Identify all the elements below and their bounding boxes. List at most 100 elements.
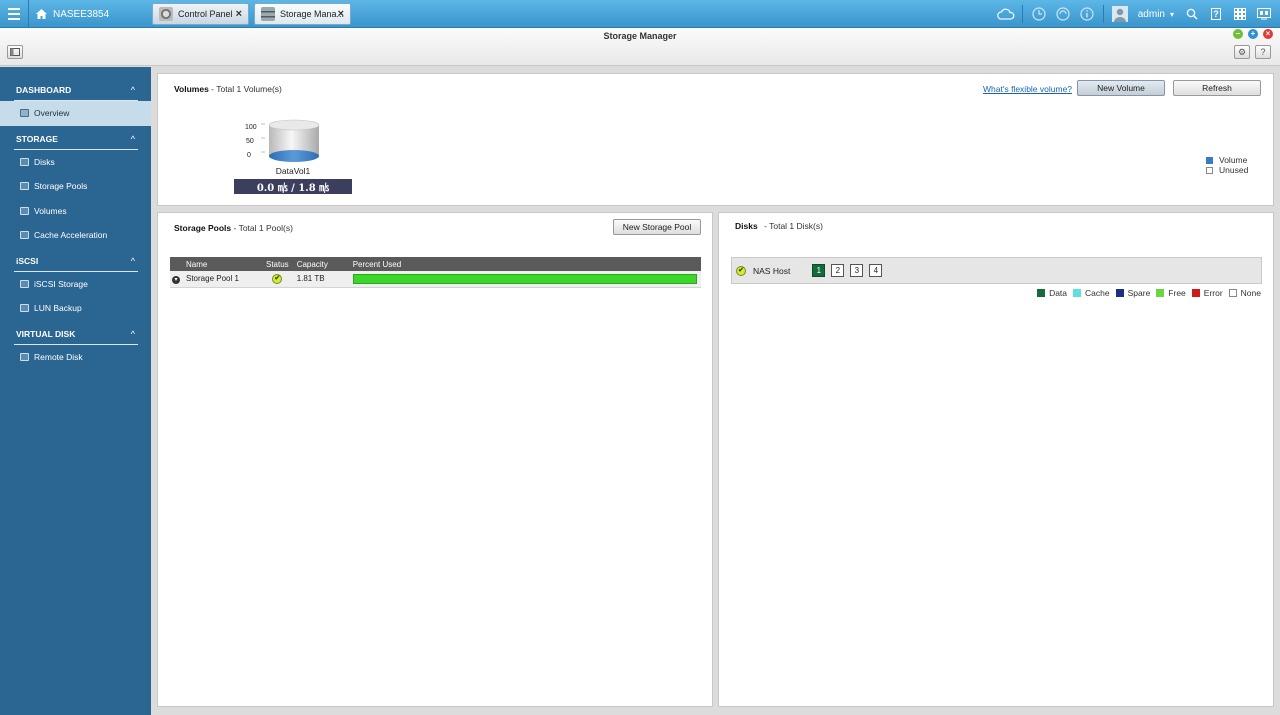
main-menu-button[interactable] bbox=[0, 0, 29, 28]
top-taskbar: NASEE3854 Control Panel × Storage Mana..… bbox=[0, 0, 1280, 28]
sidebar-item-lun-backup[interactable]: LUN Backup bbox=[0, 296, 151, 321]
sidebar-item-remote-disk[interactable]: Remote Disk bbox=[0, 345, 151, 370]
expand-cell[interactable]: ▾ bbox=[170, 271, 182, 288]
pools-title: Storage Pools bbox=[174, 223, 232, 233]
storage-pools-panel: Storage Pools - Total 1 Pool(s) New Stor… bbox=[157, 212, 713, 707]
chevron-up-icon[interactable]: ^ bbox=[131, 329, 135, 339]
tab-label: Storage Mana... bbox=[280, 9, 345, 19]
cache-icon bbox=[20, 231, 29, 240]
cloud-icon[interactable] bbox=[994, 0, 1018, 28]
chevron-down-icon: ▾ bbox=[1169, 9, 1174, 19]
sidebar-item-storage-pools[interactable]: Storage Pools bbox=[0, 174, 151, 199]
sidebar-item-volumes[interactable]: Volumes bbox=[0, 199, 151, 224]
chevron-up-icon[interactable]: ^ bbox=[131, 85, 135, 95]
disk-slot-2[interactable]: 2 bbox=[831, 264, 845, 277]
sidebar-item-overview[interactable]: Overview bbox=[0, 101, 151, 126]
axis-tick: 0 bbox=[247, 152, 251, 159]
flexible-volume-help-link[interactable]: What's flexible volume? bbox=[983, 84, 1072, 94]
section-dashboard[interactable]: DASHBOARD ^ bbox=[0, 77, 151, 101]
remote-disk-icon bbox=[20, 352, 29, 361]
lun-backup-icon bbox=[20, 304, 29, 313]
info-icon[interactable] bbox=[1075, 0, 1099, 28]
legend-label: Volume bbox=[1219, 155, 1248, 165]
sidebar-item-cache-acceleration[interactable]: Cache Acceleration bbox=[0, 223, 151, 248]
close-tab-icon[interactable]: × bbox=[338, 8, 344, 20]
disk-slot-4[interactable]: 4 bbox=[869, 264, 883, 277]
pools-subtitle: - Total 1 Pool(s) bbox=[233, 223, 293, 233]
app-grid-icon[interactable] bbox=[1228, 0, 1252, 28]
volume-cylinder-chart[interactable] bbox=[261, 119, 321, 163]
maximize-icon[interactable]: + bbox=[1248, 29, 1258, 39]
disk-legend: Data Cache Spare Free Error None bbox=[1031, 288, 1261, 298]
search-icon[interactable] bbox=[1180, 0, 1204, 28]
sidebar: DASHBOARD ^ Overview STORAGE ^ Disks Sto… bbox=[0, 67, 151, 715]
toggle-sidebar-icon[interactable] bbox=[7, 45, 23, 59]
new-storage-pool-button[interactable]: New Storage Pool bbox=[613, 219, 701, 235]
volumes-panel: Volumes - Total 1 Volume(s) What's flexi… bbox=[157, 73, 1274, 206]
home-button[interactable]: NASEE3854 bbox=[36, 0, 109, 28]
volumes-subtitle: - Total 1 Volume(s) bbox=[211, 84, 282, 94]
column-header[interactable]: Status bbox=[262, 257, 293, 271]
username: admin bbox=[1137, 8, 1165, 20]
host-status-ok-icon: ✔ bbox=[736, 265, 746, 276]
disk-slot-3[interactable]: 3 bbox=[850, 264, 864, 277]
panel-title: Storage Pools - Total 1 Pool(s) bbox=[174, 223, 293, 233]
pool-status-cell: ✔ bbox=[262, 271, 293, 288]
legend-swatch bbox=[1206, 156, 1213, 164]
column-header[interactable]: Capacity bbox=[292, 257, 349, 271]
window-help-icon[interactable]: ? bbox=[1255, 45, 1271, 59]
sidebar-item-label: Overview bbox=[34, 108, 70, 119]
legend-none: None bbox=[1228, 288, 1261, 298]
status-ok-icon: ✔ bbox=[272, 274, 283, 285]
tab-label: Control Panel bbox=[178, 9, 233, 19]
section-iscsi[interactable]: iSCSI ^ bbox=[0, 248, 151, 272]
table-header-row: Name Status Capacity Percent Used bbox=[170, 257, 701, 271]
external-device-icon[interactable] bbox=[1051, 0, 1075, 28]
section-virtual-disk[interactable]: VIRTUAL DISK ^ bbox=[0, 321, 151, 345]
section-title: STORAGE bbox=[16, 133, 58, 144]
iscsi-icon bbox=[20, 279, 29, 288]
legend-unused: Unused bbox=[1206, 165, 1248, 175]
chevron-up-icon[interactable]: ^ bbox=[131, 256, 135, 266]
expand-toggle-icon[interactable]: ▾ bbox=[172, 275, 180, 284]
legend-free: Free bbox=[1156, 288, 1186, 298]
overview-icon bbox=[20, 109, 29, 118]
home-icon bbox=[36, 9, 47, 19]
disk-slot-1[interactable]: 1 bbox=[812, 264, 826, 277]
disks-panel: Disks - Total 1 Disk(s) ✔ NAS Host 1 2 3… bbox=[718, 212, 1274, 707]
dashboard-icon[interactable] bbox=[1252, 0, 1276, 28]
background-task-icon[interactable] bbox=[1027, 0, 1051, 28]
sidebar-item-label: Disks bbox=[34, 156, 55, 167]
sidebar-item-label: Remote Disk bbox=[34, 351, 83, 362]
sidebar-item-label: LUN Backup bbox=[34, 303, 82, 314]
axis-tick: 50 bbox=[246, 138, 254, 145]
sidebar-item-label: Storage Pools bbox=[34, 181, 88, 192]
new-volume-button[interactable]: New Volume bbox=[1077, 80, 1165, 96]
nas-host-row[interactable]: ✔ NAS Host 1 2 3 4 bbox=[731, 257, 1262, 284]
storage-manager-icon bbox=[261, 7, 275, 21]
tab-storage-manager[interactable]: Storage Mana... × bbox=[254, 3, 351, 25]
disks-subtitle: - Total 1 Disk(s) bbox=[764, 221, 823, 231]
sidebar-item-disks[interactable]: Disks bbox=[0, 150, 151, 175]
section-storage[interactable]: STORAGE ^ bbox=[0, 126, 151, 150]
refresh-button[interactable]: Refresh bbox=[1173, 80, 1261, 96]
user-menu[interactable]: admin ▾ bbox=[1132, 9, 1180, 20]
help-icon[interactable]: ? bbox=[1204, 0, 1228, 28]
disks-title: Disks bbox=[735, 221, 758, 231]
close-icon[interactable]: × bbox=[1263, 29, 1273, 39]
sidebar-item-label: Volumes bbox=[34, 205, 67, 216]
table-row[interactable]: ▾ Storage Pool 1 ✔ 1.81 TB bbox=[170, 271, 701, 288]
column-header[interactable]: Percent Used bbox=[348, 257, 701, 271]
column-header[interactable]: Name bbox=[182, 257, 262, 271]
user-avatar-icon[interactable] bbox=[1108, 0, 1132, 28]
chevron-up-icon[interactable]: ^ bbox=[131, 134, 135, 144]
tab-control-panel[interactable]: Control Panel × bbox=[152, 3, 249, 25]
volume-name: DataVol1 bbox=[275, 166, 311, 176]
close-tab-icon[interactable]: × bbox=[236, 8, 242, 20]
sidebar-item-iscsi-storage[interactable]: iSCSI Storage bbox=[0, 272, 151, 297]
legend-volume: Volume bbox=[1206, 155, 1247, 165]
panel-title: Disks - Total 1 Disk(s) bbox=[735, 221, 823, 231]
settings-gear-icon[interactable]: ⚙ bbox=[1234, 45, 1250, 59]
minimize-icon[interactable]: – bbox=[1233, 29, 1243, 39]
pool-name-cell: Storage Pool 1 bbox=[182, 271, 262, 288]
